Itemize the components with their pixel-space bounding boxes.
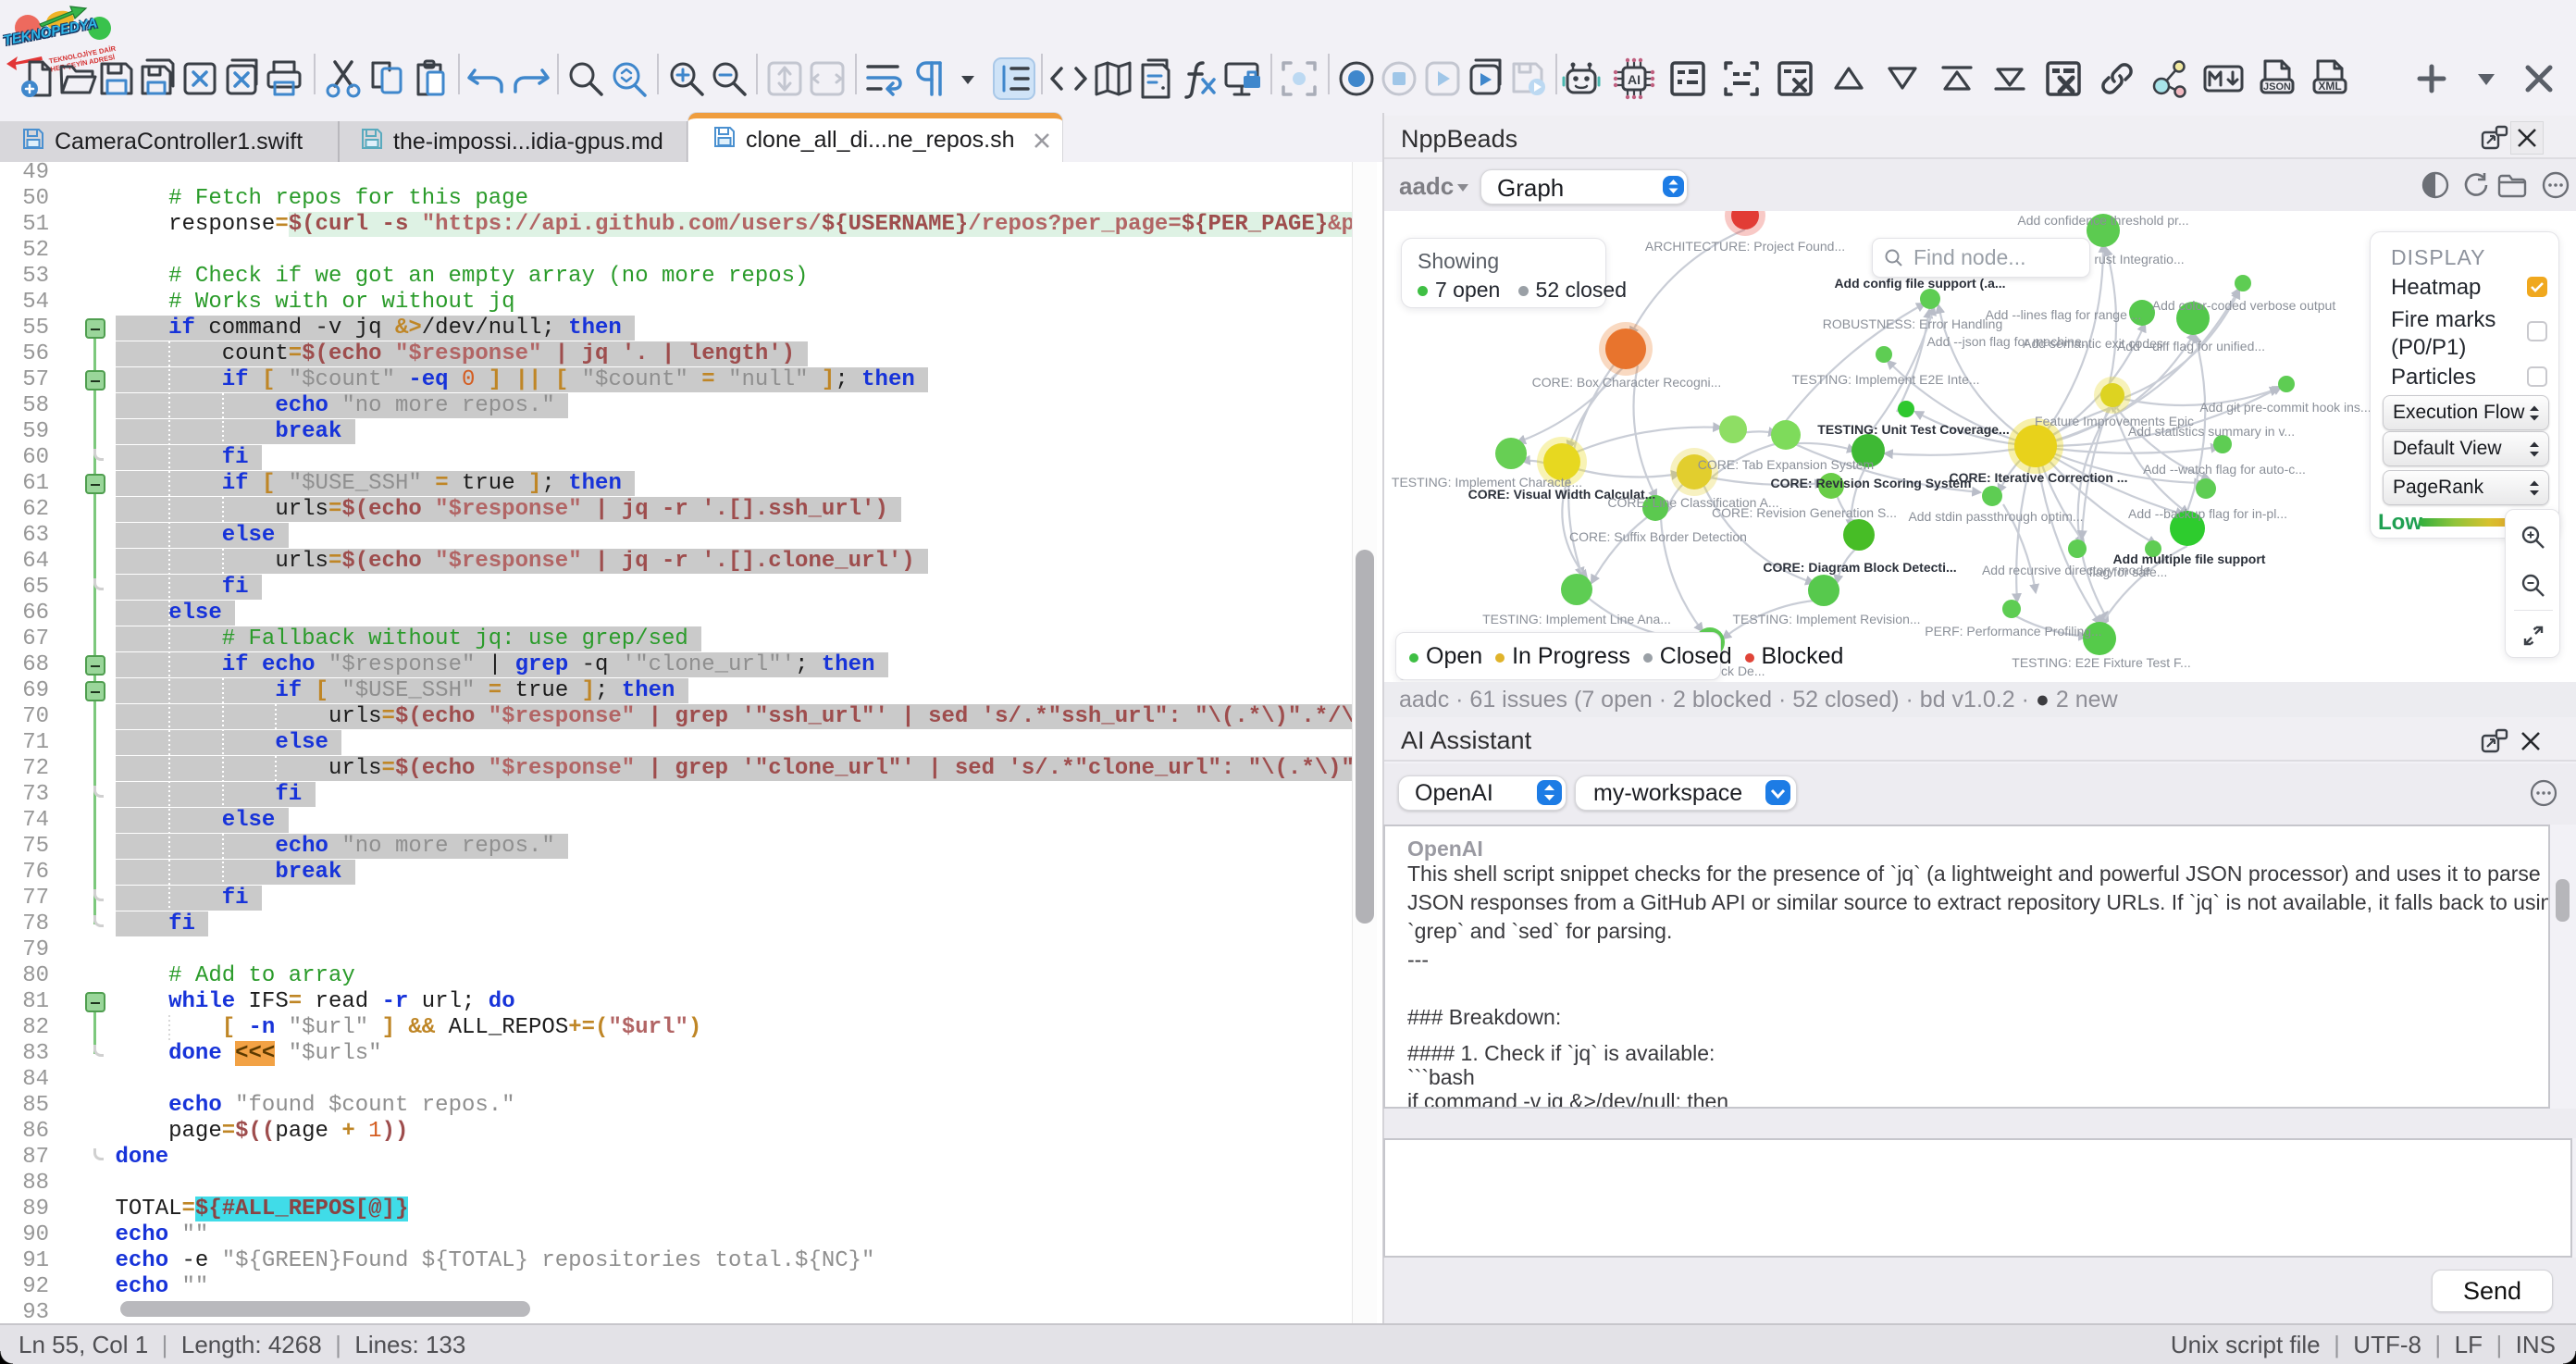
svg-text:Add stdin passthrough optim...: Add stdin passthrough optim... — [1908, 509, 2083, 524]
svg-text:Add --diff flag for unified...: Add --diff flag for unified... — [2117, 339, 2265, 353]
svg-text:CORE: Box Character Recogni...: CORE: Box Character Recogni... — [1532, 375, 1722, 390]
svg-text:TESTING: Implement Revision...: TESTING: Implement Revision... — [1732, 612, 1920, 626]
svg-text:Add confidence threshold pr...: Add confidence threshold pr... — [2017, 213, 2188, 228]
svg-text:CORE: Revision Scoring System: CORE: Revision Scoring System — [1770, 476, 1971, 490]
svg-text:XML: XML — [2318, 80, 2341, 93]
svg-text:CORE: Revision Generation S...: CORE: Revision Generation S... — [1712, 505, 1897, 520]
svg-text:JSON: JSON — [2263, 81, 2291, 93]
svg-text:Add --backup flag for in-pl...: Add --backup flag for in-pl... — [2128, 506, 2287, 521]
svg-text:TESTING: E2E Fixture Test F...: TESTING: E2E Fixture Test F... — [2012, 655, 2190, 670]
svg-text:Add config file support (.a...: Add config file support (.a... — [1834, 276, 2005, 291]
svg-text:TESTING: Implement Line Ana...: TESTING: Implement Line Ana... — [1482, 612, 1671, 626]
svg-text:TESTING: Unit Test Coverage...: TESTING: Unit Test Coverage... — [1817, 422, 2009, 437]
svg-text:CORE: Tab Expansion System: CORE: Tab Expansion System — [1698, 457, 1874, 472]
svg-text:Add statistics summary in v...: Add statistics summary in v... — [2128, 424, 2295, 439]
svg-text:Add --watch flag for auto-c...: Add --watch flag for auto-c... — [2143, 462, 2306, 477]
svg-text:rust Integratio...: rust Integratio... — [2094, 252, 2184, 267]
svg-text:Add color-coded verbose output: Add color-coded verbose output — [2152, 298, 2336, 313]
svg-text:ROBUSTNESS: Error Handling: ROBUSTNESS: Error Handling — [1823, 316, 2003, 331]
svg-text:AI: AI — [1628, 72, 1641, 87]
svg-text:CORE: Iterative Correction ...: CORE: Iterative Correction ... — [1950, 470, 2128, 485]
svg-text:CORE: Suffix Border Detection: CORE: Suffix Border Detection — [1569, 529, 1747, 544]
svg-text:CORE: Diagram Block Detecti...: CORE: Diagram Block Detecti... — [1763, 560, 1956, 575]
svg-text:flag for safe...: flag for safe... — [2089, 564, 2168, 579]
svg-text:Add git pre-commit hook ins...: Add git pre-commit hook ins... — [2199, 400, 2371, 415]
svg-text:PERF: Performance Profiling...: PERF: Performance Profiling... — [1925, 624, 2101, 639]
svg-text:Add --lines flag for range ...: Add --lines flag for range ... — [1986, 307, 2142, 322]
svg-text:ARCHITECTURE: Project Found...: ARCHITECTURE: Project Found... — [1645, 239, 1845, 254]
svg-text:TESTING: Implement E2E Inte...: TESTING: Implement E2E Inte... — [1791, 372, 1979, 387]
